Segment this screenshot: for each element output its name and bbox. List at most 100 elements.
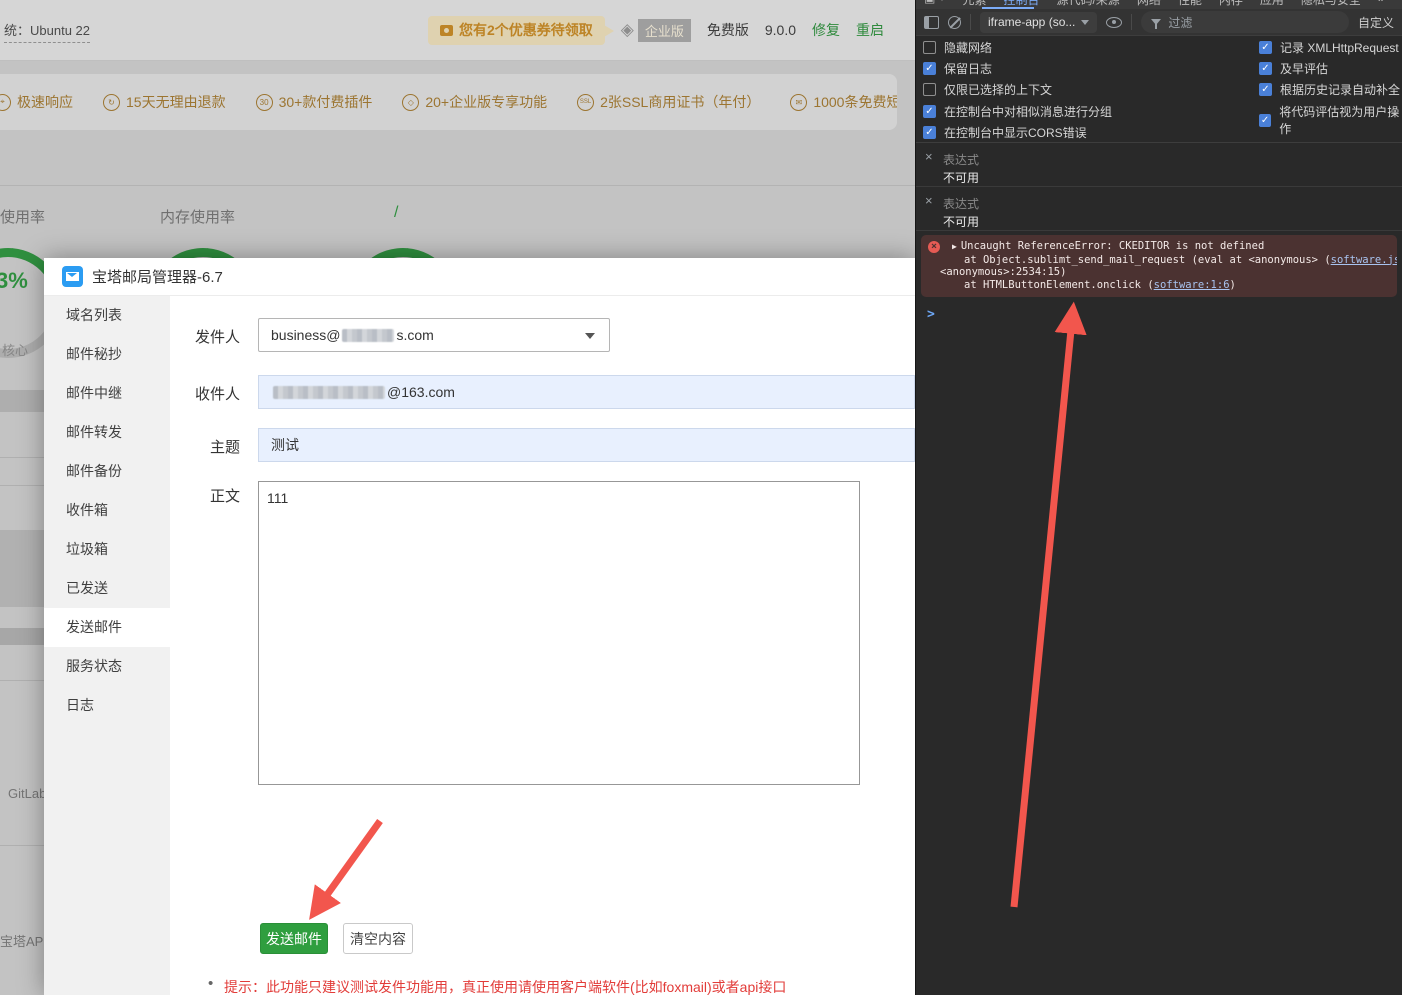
source-link[interactable]: software.js?v=17 xyxy=(1331,254,1397,266)
setting-show-cors[interactable]: ✓ 在控制台中显示CORS错误 xyxy=(923,124,1087,141)
send-mail-button[interactable]: 发送邮件 xyxy=(260,923,328,954)
tab-more-icon[interactable]: » xyxy=(1378,0,1385,8)
checkbox[interactable]: ✓ xyxy=(923,41,936,54)
promo-item[interactable]: SSL 2张SSL商用证书（年付） xyxy=(577,92,760,112)
console-error-message[interactable]: × ▶ Uncaught ReferenceError: CKEDITOR is … xyxy=(921,235,1397,297)
recipient-value-suffix: @163.com xyxy=(387,384,455,400)
checkbox[interactable]: ✓ xyxy=(923,126,936,139)
checkbox[interactable]: ✓ xyxy=(1259,62,1272,75)
enterprise-feature-icon: ◇ xyxy=(402,93,420,111)
enterprise-badge[interactable]: 企业版 xyxy=(637,18,691,42)
system-label[interactable]: 统：Ubuntu 22 xyxy=(4,20,90,43)
tab-performance[interactable]: 性能 xyxy=(1178,0,1202,8)
sidebar-item-mail-backup[interactable]: 邮件备份 xyxy=(44,452,170,491)
promo-bar: ⌖ 极速响应 ↻ 15天无理由退款 30 30+款付费插件 ◇ 20+企业版专享功能 S… xyxy=(0,74,897,130)
create-live-expression-icon[interactable] xyxy=(1106,16,1123,28)
setting-autocomplete-history[interactable]: ✓ 根据历史记录自动补全 xyxy=(1259,81,1400,98)
console-prompt[interactable]: > xyxy=(916,301,1402,322)
top-bar: 统：Ubuntu 22 您有2个优惠券待领取 ◈ 企业版 免费版 9.0.0 修… xyxy=(0,0,915,61)
sidebar-item-sent[interactable]: 已发送 xyxy=(44,569,170,608)
sender-value-prefix: business@ xyxy=(271,327,341,343)
live-expression[interactable]: × 表达式 不可用 xyxy=(916,143,1402,187)
repair-link[interactable]: 修复 xyxy=(812,20,840,40)
devtools-panel: ▣ ⌖ 元素 控制台 源代码/来源 网络 性能 内存 应用 隐私与安全 » if… xyxy=(915,0,1402,995)
setting-log-xhr[interactable]: ✓ 记录 XMLHttpRequest xyxy=(1259,39,1399,56)
body-label: 正文 xyxy=(209,488,240,505)
promo-label: 15天无理由退款 xyxy=(126,94,226,110)
redacted-text xyxy=(273,385,385,399)
setting-user-activation[interactable]: ✓ 将代码评估视为用户操作 xyxy=(1259,103,1402,137)
console-sidebar-icon[interactable] xyxy=(924,15,939,29)
setting-hide-network[interactable]: ✓ 隐藏网络 xyxy=(923,39,992,56)
top-bar-right: 您有2个优惠券待领取 ◈ 企业版 免费版 9.0.0 修复 重启 xyxy=(427,14,884,46)
console-filter-input[interactable]: 过滤 xyxy=(1141,11,1349,33)
recipient-input[interactable]: @163.com xyxy=(258,375,915,409)
subject-input[interactable]: 测试 xyxy=(258,428,915,462)
setting-label: 在控制台中显示CORS错误 xyxy=(944,126,1087,140)
sidebar-item-service-status[interactable]: 服务状态 xyxy=(44,647,170,686)
checkbox[interactable]: ✓ xyxy=(923,62,936,75)
divider xyxy=(1131,14,1133,30)
tab-network[interactable]: 网络 xyxy=(1137,0,1161,8)
customize-levels-label[interactable]: 自定义 xyxy=(1358,14,1394,31)
dialog-title: 宝塔邮局管理器-6.7 xyxy=(92,269,223,286)
refund-icon: ↻ xyxy=(103,93,120,111)
source-link[interactable]: software:1:6 xyxy=(1154,279,1230,291)
promo-item[interactable]: ◇ 20+企业版专享功能 xyxy=(402,92,547,112)
live-expression[interactable]: × 表达式 不可用 xyxy=(916,187,1402,231)
sidebar-item-spam[interactable]: 垃圾箱 xyxy=(44,530,170,569)
setting-eager-evaluation[interactable]: ✓ 及早评估 xyxy=(1259,60,1328,77)
close-icon[interactable]: × xyxy=(925,193,933,208)
checkbox[interactable]: ✓ xyxy=(1259,113,1272,127)
sidebar-item-mail-relay[interactable]: 邮件中继 xyxy=(44,374,170,413)
recipient-label: 收件人 xyxy=(194,386,240,403)
body-textarea[interactable]: 111 xyxy=(258,481,860,785)
expression-placeholder[interactable]: 表达式 xyxy=(943,195,979,212)
setting-label: 将代码评估视为用户操作 xyxy=(1279,105,1400,136)
tab-memory[interactable]: 内存 xyxy=(1219,0,1243,8)
tab-sources[interactable]: 源代码/来源 xyxy=(1056,0,1119,8)
device-toolbar-icon[interactable]: ▣ ⌖ xyxy=(924,0,945,8)
checkbox[interactable]: ✓ xyxy=(1259,41,1272,54)
sender-select[interactable]: business@ s.com xyxy=(258,318,610,352)
setting-label: 保留日志 xyxy=(944,62,993,76)
setting-label: 记录 XMLHttpRequest xyxy=(1280,41,1399,55)
mail-manager-dialog: 宝塔邮局管理器-6.7 域名列表 邮件秘抄 邮件中继 邮件转发 邮件备份 收件箱… xyxy=(44,258,915,995)
promo-item[interactable]: ↻ 15天无理由退款 xyxy=(103,92,226,112)
coupon-badge[interactable]: 您有2个优惠券待领取 xyxy=(427,15,614,45)
promo-label: 20+企业版专享功能 xyxy=(425,94,548,110)
tab-privacy[interactable]: 隐私与安全 xyxy=(1301,0,1361,8)
bullet-icon: • xyxy=(208,975,214,992)
sidebar-item-mail-forward[interactable]: 邮件转发 xyxy=(44,413,170,452)
setting-preserve-log[interactable]: ✓ 保留日志 xyxy=(923,60,992,77)
sidebar-item-logs[interactable]: 日志 xyxy=(44,686,170,725)
sidebar-item-mail-bcc[interactable]: 邮件秘抄 xyxy=(44,335,170,374)
restart-link[interactable]: 重启 xyxy=(856,20,884,40)
clear-content-button[interactable]: 清空内容 xyxy=(343,923,413,954)
promo-label: 1000条免费短信（年付） xyxy=(813,94,897,110)
context-selector[interactable]: iframe-app (so... xyxy=(980,11,1098,33)
filter-icon xyxy=(1151,19,1162,29)
checkbox[interactable]: ✓ xyxy=(923,105,936,118)
context-selector-value: iframe-app (so... xyxy=(988,15,1076,29)
sidebar-item-domain-list[interactable]: 域名列表 xyxy=(44,296,170,335)
sidebar-item-send-mail[interactable]: 发送邮件 xyxy=(44,608,170,647)
tab-application[interactable]: 应用 xyxy=(1260,0,1284,8)
checkbox[interactable]: ✓ xyxy=(1259,83,1272,96)
setting-group-similar[interactable]: ✓ 在控制台中对相似消息进行分组 xyxy=(923,103,1112,120)
promo-item[interactable]: ⌖ 极速响应 xyxy=(0,92,73,112)
promo-item[interactable]: 30 30+款付费插件 xyxy=(255,92,372,112)
sidebar-item-inbox[interactable]: 收件箱 xyxy=(44,491,170,530)
cpu-core-label: 核心 xyxy=(2,343,29,358)
subject-label: 主题 xyxy=(209,439,240,456)
expression-placeholder[interactable]: 表达式 xyxy=(943,151,979,168)
coupon-label: 您有2个优惠券待领取 xyxy=(458,22,593,38)
setting-selected-context-only[interactable]: ✓ 仅限已选择的上下文 xyxy=(923,81,1052,98)
close-icon[interactable]: × xyxy=(925,149,933,164)
clear-console-icon[interactable] xyxy=(948,15,961,29)
error-icon: × xyxy=(928,241,940,253)
promo-label: 极速响应 xyxy=(17,94,73,110)
promo-item[interactable]: ✉ 1000条免费短信（年付） xyxy=(790,92,897,112)
expand-triangle-icon[interactable]: ▶ xyxy=(952,242,957,251)
checkbox[interactable]: ✓ xyxy=(923,83,936,96)
